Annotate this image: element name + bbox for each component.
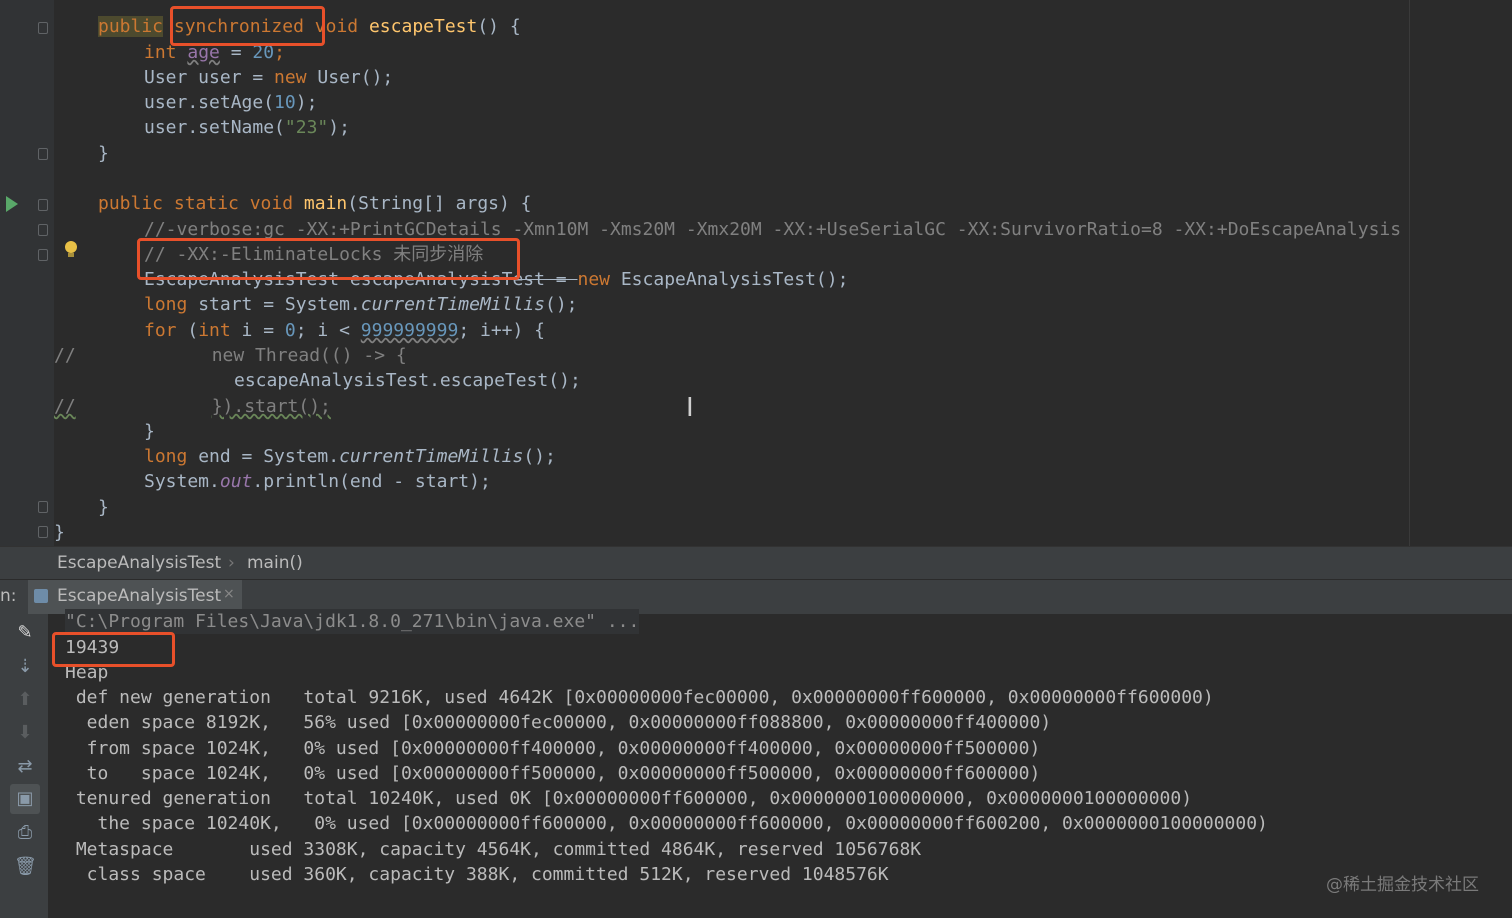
method-name: escapeTest (368, 16, 478, 37)
keyword: public static void (98, 193, 294, 214)
code-text: (); (523, 446, 556, 467)
scroll-to-end-icon[interactable]: ▣ (10, 784, 40, 814)
code-line[interactable]: long end = System.currentTimeMillis(); (0, 444, 556, 469)
code-text: User(); (317, 67, 394, 88)
console-line: from space 1024K, 0% used [0x00000000ff4… (65, 738, 1041, 759)
code-line[interactable]: public static void main(String[] args) { (0, 191, 532, 216)
code-text: .println(end - start); (252, 471, 491, 492)
breadcrumb: EscapeAnalysisTest › main() (0, 546, 1512, 579)
code-line[interactable]: User user = new User(); (0, 65, 393, 90)
keyword: public (98, 16, 164, 37)
code-line[interactable]: System.out.println(end - start); (0, 469, 491, 494)
arrow-down-icon[interactable]: ⬇ (14, 722, 36, 744)
right-margin-guide (1409, 0, 1410, 546)
breadcrumb-class[interactable]: EscapeAnalysisTest (57, 553, 221, 573)
method-call: currentTimeMillis (360, 294, 545, 315)
code-line[interactable]: user.setAge(10); (0, 90, 317, 115)
code-text: } (54, 522, 65, 543)
code-text: System. (144, 471, 220, 492)
run-label: n: (0, 586, 17, 606)
console-line: the space 10240K, 0% used [0x00000000ff6… (65, 813, 1268, 834)
console-line: def new generation total 9216K, used 464… (65, 687, 1214, 708)
code-text: (String[] args) { (347, 193, 532, 214)
code-line[interactable]: } (0, 141, 109, 166)
code-text: escapeAnalysisTest.escapeTest(); (234, 370, 581, 391)
number-literal: 10 (274, 92, 296, 113)
code-text: ; i++) { (458, 320, 546, 341)
tab-label: EscapeAnalysisTest (57, 586, 222, 606)
console-line: Metaspace used 3308K, capacity 4564K, co… (65, 839, 922, 860)
code-line[interactable]: // }).start(); (0, 394, 331, 419)
code-line[interactable]: } (0, 520, 65, 545)
code-text: User user = (144, 67, 275, 88)
keyword: int (198, 320, 231, 341)
comment: //-verbose:gc -XX:+PrintGCDetails -Xmn10… (144, 219, 1402, 240)
code-line[interactable]: long start = System.currentTimeMillis(); (0, 292, 578, 317)
code-text: user.setName( (144, 117, 285, 138)
keyword: long (144, 294, 188, 315)
text-cursor-icon: I (686, 393, 694, 423)
console-line: tenured generation total 10240K, used 0K… (65, 788, 1193, 809)
code-text: ( (176, 320, 199, 341)
keyword: new (274, 67, 307, 88)
comment: new Thread(() -> { (211, 345, 407, 366)
number-literal: 999999999 (360, 320, 459, 341)
code-text: end = System. (187, 446, 340, 467)
method-name: main (303, 193, 348, 214)
watermark: @稀土掘金技术社区 (1326, 875, 1479, 895)
console-line: eden space 8192K, 56% used [0x00000000fe… (65, 712, 1052, 733)
code-text: ); (328, 117, 350, 138)
code-text: (); (544, 294, 578, 315)
code-line[interactable]: } (0, 419, 155, 444)
code-text: user.setAge( (144, 92, 275, 113)
comment: // (54, 345, 76, 366)
code-line[interactable]: } (0, 495, 109, 520)
string-literal: "23" (284, 117, 329, 138)
arrow-up-icon[interactable]: ⬆ (14, 689, 36, 711)
code-text: ; i < (295, 320, 361, 341)
code-text: () { (477, 16, 521, 37)
print-icon[interactable]: ⎙ (14, 822, 36, 844)
code-line[interactable]: for (int i = 0; i < 999999999; i++) { (0, 318, 545, 343)
code-editor[interactable]: public synchronized void escapeTest() { … (0, 0, 1512, 546)
console-command-line: "C:\Program Files\Java\jdk1.8.0_271\bin\… (65, 609, 640, 634)
code-text: i = (230, 320, 285, 341)
trash-icon[interactable]: 🗑 (14, 856, 37, 878)
code-text: EscapeAnalysisTest(); (620, 269, 849, 290)
highlight-box-eliminate-locks (137, 238, 520, 280)
highlight-box-synchronized (170, 6, 325, 46)
breadcrumb-separator: › (228, 553, 235, 573)
code-line[interactable]: // new Thread(() -> { (0, 343, 407, 368)
run-config-icon (34, 589, 48, 603)
keyword: for (144, 320, 177, 341)
code-text: } (144, 421, 155, 442)
static-field: out (219, 471, 253, 492)
number-literal: 0 (284, 320, 296, 341)
method-call: currentTimeMillis (339, 446, 524, 467)
code-line[interactable]: user.setName("23"); (0, 115, 350, 140)
comment: // (54, 396, 76, 417)
pencil-icon[interactable]: ✎ (14, 622, 36, 644)
keyword: long (144, 446, 188, 467)
code-text: ); (295, 92, 318, 113)
console-line: class space used 360K, capacity 388K, co… (65, 864, 889, 885)
sort-down-icon[interactable]: ⇣ (14, 656, 36, 678)
run-toolbar: ✎ ⇣ ⬆ ⬇ ⇄ ▣ ⎙ 🗑 (0, 614, 48, 918)
code-line[interactable]: escapeAnalysisTest.escapeTest(); (0, 368, 581, 393)
soft-wrap-icon[interactable]: ⇄ (14, 756, 36, 778)
console-line: to space 1024K, 0% used [0x00000000ff500… (65, 763, 1041, 784)
close-icon[interactable]: × (223, 586, 235, 602)
code-text: } (98, 497, 109, 518)
keyword: new (577, 269, 610, 290)
code-text: } (98, 143, 109, 164)
code-text: start = System. (187, 294, 361, 315)
comment: }).start(); (211, 396, 331, 417)
highlight-box-elapsed-time (52, 632, 175, 667)
breadcrumb-method[interactable]: main() (247, 553, 303, 573)
